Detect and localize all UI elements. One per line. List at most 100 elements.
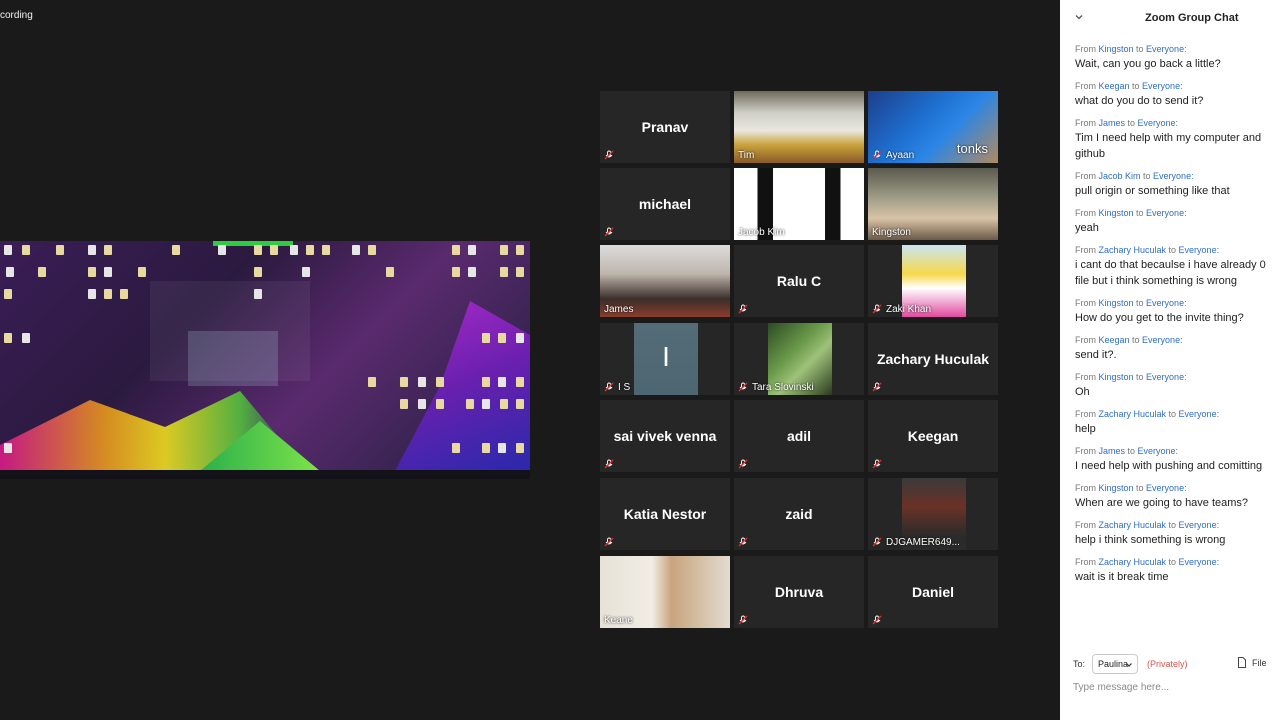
muted-mic-icon [738, 382, 748, 392]
from-word: From [1075, 409, 1099, 419]
recipient-name[interactable]: Everyone: [1146, 483, 1187, 493]
shared-screen[interactable] [0, 241, 530, 479]
participant-tile-tim[interactable]: Tim [734, 91, 864, 163]
sender-name[interactable]: Kingston [1099, 372, 1134, 382]
sender-name[interactable]: Zachary Huculak [1099, 409, 1167, 419]
muted-mic-icon [738, 459, 748, 469]
participant-tile-zaki-khan[interactable]: Zaki Khan [868, 245, 998, 317]
recipient-name[interactable]: Everyone: [1146, 372, 1187, 382]
recipient-select[interactable]: Paulina [1092, 654, 1138, 674]
from-word: From [1075, 335, 1099, 345]
participant-tile-ayaan[interactable]: tonks Ayaan [868, 91, 998, 163]
chat-message-text: Wait, can you go back a little? [1075, 58, 1221, 70]
chat-message-sender: From Zachary Huculak to Everyone: [1075, 244, 1280, 257]
participant-tile-zaid[interactable]: zaid [734, 478, 864, 550]
desktop-icon [400, 399, 408, 409]
participant-name-label: Zaki Khan [886, 304, 932, 315]
sender-name[interactable]: James [1099, 118, 1126, 128]
desktop-icon [4, 333, 12, 343]
desktop-icon [482, 399, 490, 409]
recipient-name[interactable]: Everyone: [1179, 245, 1220, 255]
participant-name-label: Keane [604, 615, 633, 626]
desktop-icon [254, 267, 262, 277]
participant-tile-daniel[interactable]: Daniel [868, 556, 998, 628]
chevron-down-icon[interactable] [1074, 12, 1084, 22]
desktop-icon [516, 399, 524, 409]
chat-message-input[interactable] [1073, 680, 1268, 694]
sender-name[interactable]: Kingston [1099, 483, 1134, 493]
recipient-name[interactable]: Everyone: [1179, 557, 1220, 567]
participant-tile-keegan[interactable]: Keegan [868, 400, 998, 472]
sender-name[interactable]: Kingston [1099, 44, 1134, 54]
participant-name: sai vivek venna [613, 428, 717, 444]
desktop-icon [22, 245, 30, 255]
participant-tile-ralu-c[interactable]: Ralu C [734, 245, 864, 317]
recipient-name[interactable]: Everyone: [1138, 118, 1179, 128]
sender-name[interactable]: Kingston [1099, 298, 1134, 308]
chat-message-sender: From James to Everyone: [1075, 445, 1280, 458]
participant-tile-pranav[interactable]: Pranav [600, 91, 730, 163]
sender-name[interactable]: James [1099, 446, 1126, 456]
to-word: to [1166, 409, 1179, 419]
sender-name[interactable]: Kingston [1099, 208, 1134, 218]
recipient-name[interactable]: Everyone: [1146, 298, 1187, 308]
sender-name[interactable]: Keegan [1099, 81, 1130, 91]
sender-name[interactable]: Zachary Huculak [1099, 557, 1167, 567]
recipient-name[interactable]: Everyone: [1138, 446, 1179, 456]
chat-message-text: wait is it break time [1075, 571, 1169, 583]
video-overlay-text: tonks [956, 141, 988, 156]
desktop-icon [482, 333, 490, 343]
participant-tile-tara-slovinski[interactable]: Tara Slovinski [734, 323, 864, 395]
desktop-icon [400, 377, 408, 387]
to-word: to [1125, 446, 1138, 456]
sender-name[interactable]: Jacob Kim [1099, 171, 1141, 181]
participant-tile-zachary-huculak[interactable]: Zachary Huculak [868, 323, 998, 395]
chat-message: From Kingston to Everyone: Oh [1075, 371, 1280, 400]
participant-tile-sai-vivek-venna[interactable]: sai vivek venna [600, 400, 730, 472]
participant-tile-dhruva[interactable]: Dhruva [734, 556, 864, 628]
desktop-icon [516, 377, 524, 387]
recipient-name[interactable]: Everyone: [1153, 171, 1194, 181]
from-word: From [1075, 44, 1099, 54]
recipient-name[interactable]: Everyone: [1146, 44, 1187, 54]
muted-mic-icon [872, 615, 882, 625]
participant-tile-djgamer649[interactable]: DJGAMER649... [868, 478, 998, 550]
desktop-icon [368, 245, 376, 255]
chat-message: From Jacob Kim to Everyone: pull origin o… [1075, 170, 1280, 199]
chat-message-sender: From Keegan to Everyone: [1075, 334, 1280, 347]
chat-message: From Zachary Huculak to Everyone: wait is… [1075, 556, 1280, 585]
chat-message-text: help i think something is wrong [1075, 534, 1226, 546]
recipient-name[interactable]: Everyone: [1142, 335, 1183, 345]
participant-tile-michael[interactable]: michael [600, 168, 730, 240]
participant-tile-kingston[interactable]: Kingston [868, 168, 998, 240]
desktop-icon [498, 443, 506, 453]
participant-tile-adil[interactable]: adil [734, 400, 864, 472]
to-word: to [1133, 298, 1147, 308]
participant-tile-keane[interactable]: Keane [600, 556, 730, 628]
to-word: to [1125, 118, 1138, 128]
sender-name[interactable]: Keegan [1099, 335, 1130, 345]
participant-tile-katia-nestor[interactable]: Katia Nestor [600, 478, 730, 550]
desktop-icon [4, 245, 12, 255]
participant-name: Keegan [907, 428, 959, 444]
participant-tile-i-s[interactable]: I I S [600, 323, 730, 395]
chat-message-sender: From Zachary Huculak to Everyone: [1075, 408, 1280, 421]
recipient-name[interactable]: Everyone: [1179, 409, 1220, 419]
sender-name[interactable]: Zachary Huculak [1099, 520, 1167, 530]
chat-message-text: i cant do that becaulse i have already 0… [1075, 259, 1266, 287]
chat-message: From Keegan to Everyone: send it?. [1075, 334, 1280, 363]
from-word: From [1075, 171, 1099, 181]
desktop-icon [482, 443, 490, 453]
chat-message-sender: From Kingston to Everyone: [1075, 297, 1280, 310]
desktop-icon [516, 333, 524, 343]
participant-tile-jacob-kim[interactable]: Jacob Kim [734, 168, 864, 240]
recipient-name[interactable]: Everyone: [1142, 81, 1183, 91]
to-word: to [1140, 171, 1154, 181]
desktop-icon [104, 267, 112, 277]
participant-tile-james[interactable]: James [600, 245, 730, 317]
sender-name[interactable]: Zachary Huculak [1099, 245, 1167, 255]
chat-message-text: help [1075, 423, 1096, 435]
recipient-name[interactable]: Everyone: [1179, 520, 1220, 530]
file-button[interactable]: File [1237, 657, 1267, 668]
recipient-name[interactable]: Everyone: [1146, 208, 1187, 218]
